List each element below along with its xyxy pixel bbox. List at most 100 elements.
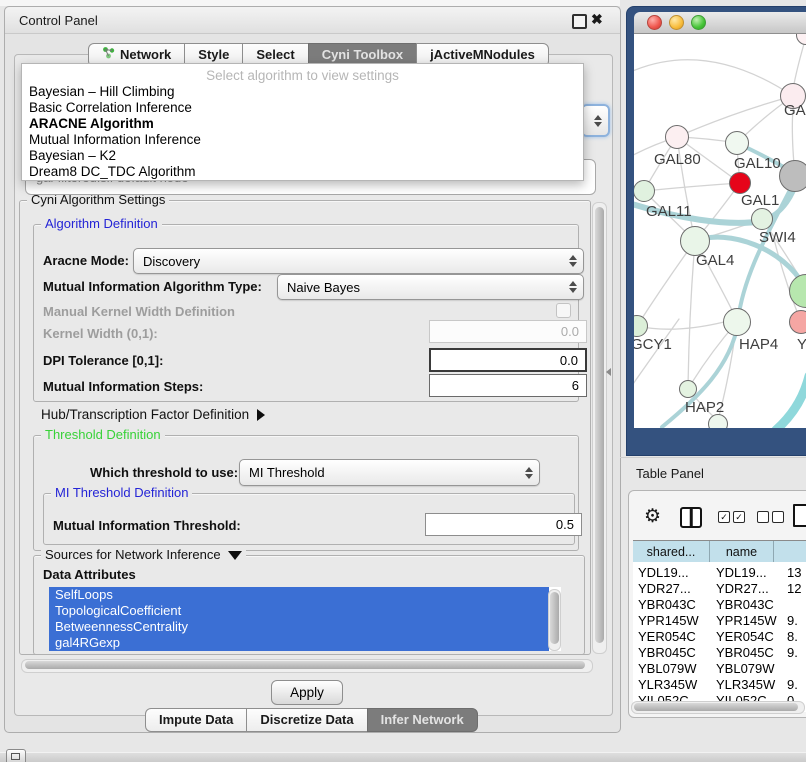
settings-vertical-scrollbar[interactable]	[592, 202, 607, 654]
table-cell: YBR045C	[638, 645, 696, 660]
apply-button[interactable]: Apply	[271, 680, 343, 705]
split-columns-icon[interactable]	[680, 507, 702, 528]
table-cell: YDR27...	[638, 581, 691, 596]
attributes-scrollbar[interactable]	[548, 589, 561, 651]
network-node-gal80[interactable]	[665, 125, 689, 149]
node-label: GCY1	[634, 336, 672, 353]
node-label: GAL80	[654, 151, 701, 168]
algorithm-option[interactable]: Bayesian – K2	[22, 148, 583, 164]
algorithm-placeholder: Select algorithm to view settings	[22, 67, 583, 84]
combo-arrows-icon	[525, 467, 533, 479]
divider	[620, 457, 806, 458]
kernel-width-label: Kernel Width (0,1):	[43, 326, 158, 341]
network-node[interactable]	[708, 414, 728, 428]
show-columns-icon[interactable]: ✓✓	[718, 511, 745, 523]
network-node-y[interactable]	[789, 310, 806, 334]
mi-threshold-group-title: MI Threshold Definition	[51, 486, 192, 500]
manual-kernel-checkbox[interactable]	[556, 303, 571, 318]
hide-columns-icon[interactable]	[757, 511, 784, 523]
table-row[interactable]: YLR345WYLR345W9.	[633, 676, 806, 692]
data-attribute-item[interactable]: TopologicalCoefficient	[49, 603, 549, 619]
tab-impute-data[interactable]: Impute Data	[145, 708, 247, 732]
network-node-swi4[interactable]	[751, 208, 773, 230]
which-threshold-combo[interactable]: MI Threshold	[239, 459, 540, 486]
float-window-icon[interactable]	[572, 14, 587, 29]
network-node-hap2[interactable]	[679, 380, 697, 398]
table-cell: YLR345W	[638, 677, 697, 692]
table-row[interactable]: YBR045CYBR045C9.	[633, 644, 806, 660]
tab-infer-network[interactable]: Infer Network	[367, 708, 478, 732]
mi-steps-field[interactable]: 6	[429, 374, 587, 397]
network-node-hap4[interactable]	[723, 308, 751, 336]
table-row[interactable]: YDR27...YDR27...12	[633, 580, 806, 596]
node-label: GAL1	[741, 192, 779, 209]
inference-algorithm-combo-fragment[interactable]	[581, 104, 610, 137]
mi-algorithm-type-combo[interactable]: Naive Bayes	[277, 274, 584, 300]
table-row[interactable]: YDL19...YDL19...13	[633, 564, 806, 580]
control-panel-window: Control Panel ✖ NetworkStyleSelectCyni T…	[4, 6, 621, 733]
table-cell: 9.	[787, 613, 798, 628]
sources-expander[interactable]: Sources for Network Inference	[41, 548, 246, 562]
table-column-header[interactable]	[774, 541, 806, 562]
algorithm-option[interactable]: Dream8 DC_TDC Algorithm	[22, 164, 583, 180]
algorithm-dropdown-popup[interactable]: Select algorithm to view settings Bayesi…	[21, 63, 584, 181]
table-cell: 12	[787, 581, 801, 596]
zoom-traffic-light-icon[interactable]	[691, 15, 706, 30]
minimize-traffic-light-icon[interactable]	[669, 15, 684, 30]
data-attribute-item[interactable]: gal4RGexp	[49, 635, 549, 651]
minimized-panel-button[interactable]	[6, 749, 26, 762]
tab-label: Discretize Data	[260, 709, 353, 731]
aracne-mode-combo[interactable]: Discovery	[133, 248, 584, 274]
settings-group-title: Cyni Algorithm Settings	[27, 193, 169, 207]
mi-threshold-field[interactable]: 0.5	[425, 513, 582, 536]
network-node-gal1[interactable]	[729, 172, 751, 194]
expander-expanded-icon	[228, 551, 242, 560]
node-label: GAL10	[734, 155, 781, 172]
settings-horizontal-scrollbar[interactable]	[21, 659, 593, 673]
algorithm-definition-title: Algorithm Definition	[41, 217, 162, 231]
close-icon[interactable]: ✖	[591, 11, 603, 28]
table-row[interactable]: YBR043CYBR043C	[633, 596, 806, 612]
table-horizontal-scrollbar[interactable]	[631, 701, 805, 714]
table-column-header[interactable]: shared...	[633, 541, 710, 562]
network-canvas[interactable]: GALGAL80GAL10GAL1GAL11SWI4GAL4GCY1HAP4YH…	[634, 34, 806, 428]
network-node[interactable]	[779, 160, 806, 192]
export-table-icon[interactable]	[793, 504, 806, 527]
hub-definition-expander[interactable]: Hub/Transcription Factor Definition	[41, 407, 265, 422]
tab-discretize-data[interactable]: Discretize Data	[246, 708, 367, 732]
table-panel-title: Table Panel	[636, 466, 704, 481]
aracne-mode-value: Discovery	[143, 254, 200, 269]
data-attributes-list[interactable]: SelfLoopsTopologicalCoefficientBetweenne…	[49, 587, 561, 651]
table-column-header[interactable]: name	[710, 541, 774, 562]
algorithm-option[interactable]: Basic Correlation Inference	[22, 100, 583, 116]
table-cell: YDL19...	[716, 565, 767, 580]
table-cell: 9.	[787, 677, 798, 692]
combo-arrows-icon	[594, 115, 602, 127]
node-label: GAL	[784, 102, 806, 119]
data-attributes-label: Data Attributes	[43, 567, 136, 582]
algorithm-option[interactable]: Bayesian – Hill Climbing	[22, 84, 583, 100]
table-header: shared...name	[633, 540, 806, 563]
dpi-tolerance-field[interactable]: 0.0	[429, 348, 587, 372]
combo-arrows-icon	[569, 281, 577, 293]
expander-collapsed-icon	[257, 409, 265, 421]
table-cell: YDL19...	[638, 565, 689, 580]
data-attribute-item[interactable]: SelfLoops	[49, 587, 549, 603]
manual-kernel-label: Manual Kernel Width Definition	[43, 304, 235, 319]
node-label: Y	[797, 336, 806, 353]
table-row[interactable]: YPR145WYPR145W9.	[633, 612, 806, 628]
kernel-width-field[interactable]: 0.0	[429, 320, 587, 343]
mi-algorithm-type-label: Mutual Information Algorithm Type:	[43, 279, 262, 294]
sources-title: Sources for Network Inference	[45, 548, 221, 562]
network-node-gal10[interactable]	[725, 131, 749, 155]
gear-icon[interactable]: ⚙	[644, 507, 661, 526]
algorithm-option[interactable]: ARACNE Algorithm	[22, 116, 583, 132]
panel-resize-handle[interactable]	[606, 368, 611, 376]
data-attribute-item[interactable]: BetweennessCentrality	[49, 619, 549, 635]
table-row[interactable]: YBL079WYBL079W	[633, 660, 806, 676]
mi-threshold-label: Mutual Information Threshold:	[53, 518, 241, 533]
algorithm-option[interactable]: Mutual Information Inference	[22, 132, 583, 148]
network-node-gal11[interactable]	[634, 180, 655, 202]
table-row[interactable]: YER054CYER054C8.	[633, 628, 806, 644]
close-traffic-light-icon[interactable]	[647, 15, 662, 30]
